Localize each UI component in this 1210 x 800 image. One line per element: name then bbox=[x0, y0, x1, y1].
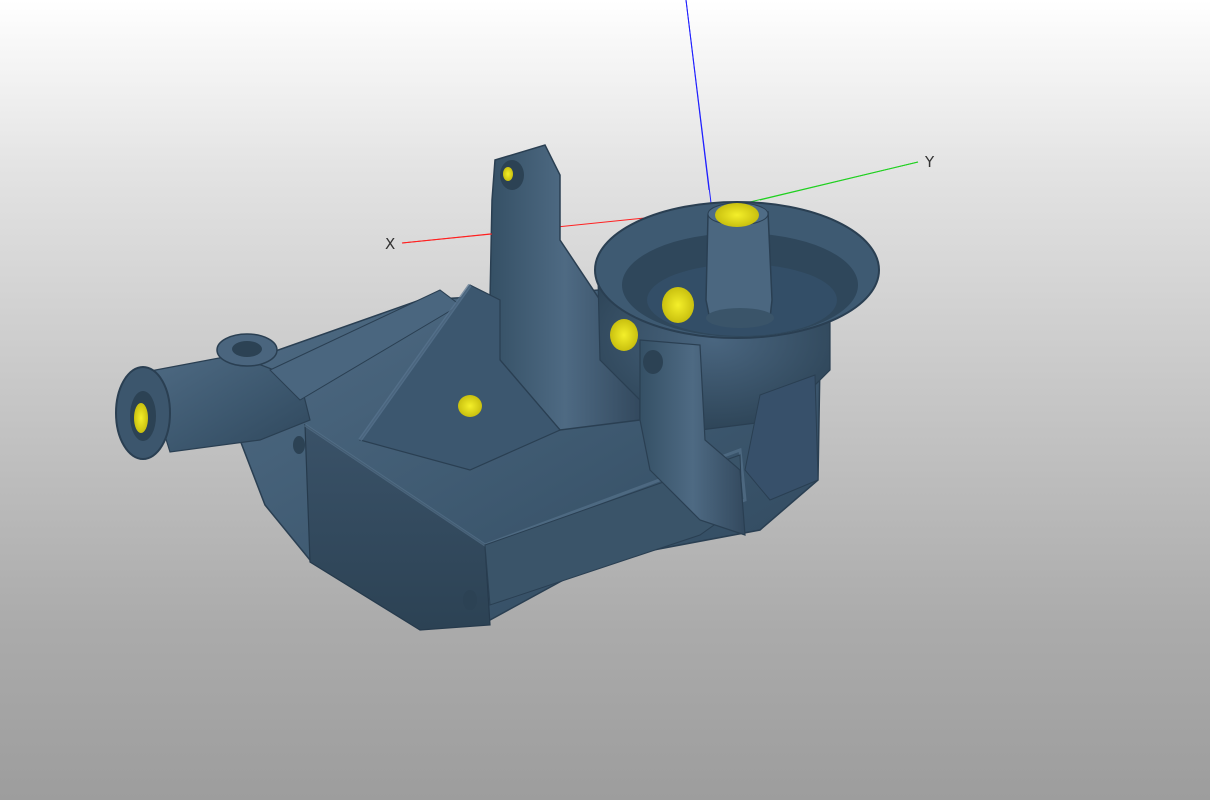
hub-deviation-spot-2 bbox=[610, 319, 638, 351]
x-axis-line-front bbox=[401, 233, 493, 244]
bracket-hole bbox=[643, 350, 663, 374]
y-axis-line-front bbox=[759, 161, 919, 201]
z-axis-line-front bbox=[685, 0, 710, 191]
hub-deviation-spot-1 bbox=[662, 287, 694, 323]
left-arm-bore-deviation bbox=[134, 403, 148, 433]
x-axis-label: X bbox=[385, 235, 395, 253]
front-plate-hole-2 bbox=[463, 590, 477, 610]
scanned-part-model[interactable] bbox=[115, 144, 880, 631]
scene-canvas[interactable]: X Y bbox=[0, 0, 1210, 800]
gusset-deviation-spot bbox=[458, 395, 482, 417]
spindle-base bbox=[706, 308, 774, 328]
3d-viewport[interactable]: X Y bbox=[0, 0, 1210, 800]
front-plate-hole-1 bbox=[293, 436, 305, 454]
arm-boss-hole bbox=[232, 341, 262, 357]
y-axis-label: Y bbox=[924, 153, 935, 171]
part-central-spindle bbox=[705, 211, 773, 321]
post-top-hole-deviation bbox=[503, 167, 513, 181]
spindle-top-deviation bbox=[715, 203, 759, 227]
